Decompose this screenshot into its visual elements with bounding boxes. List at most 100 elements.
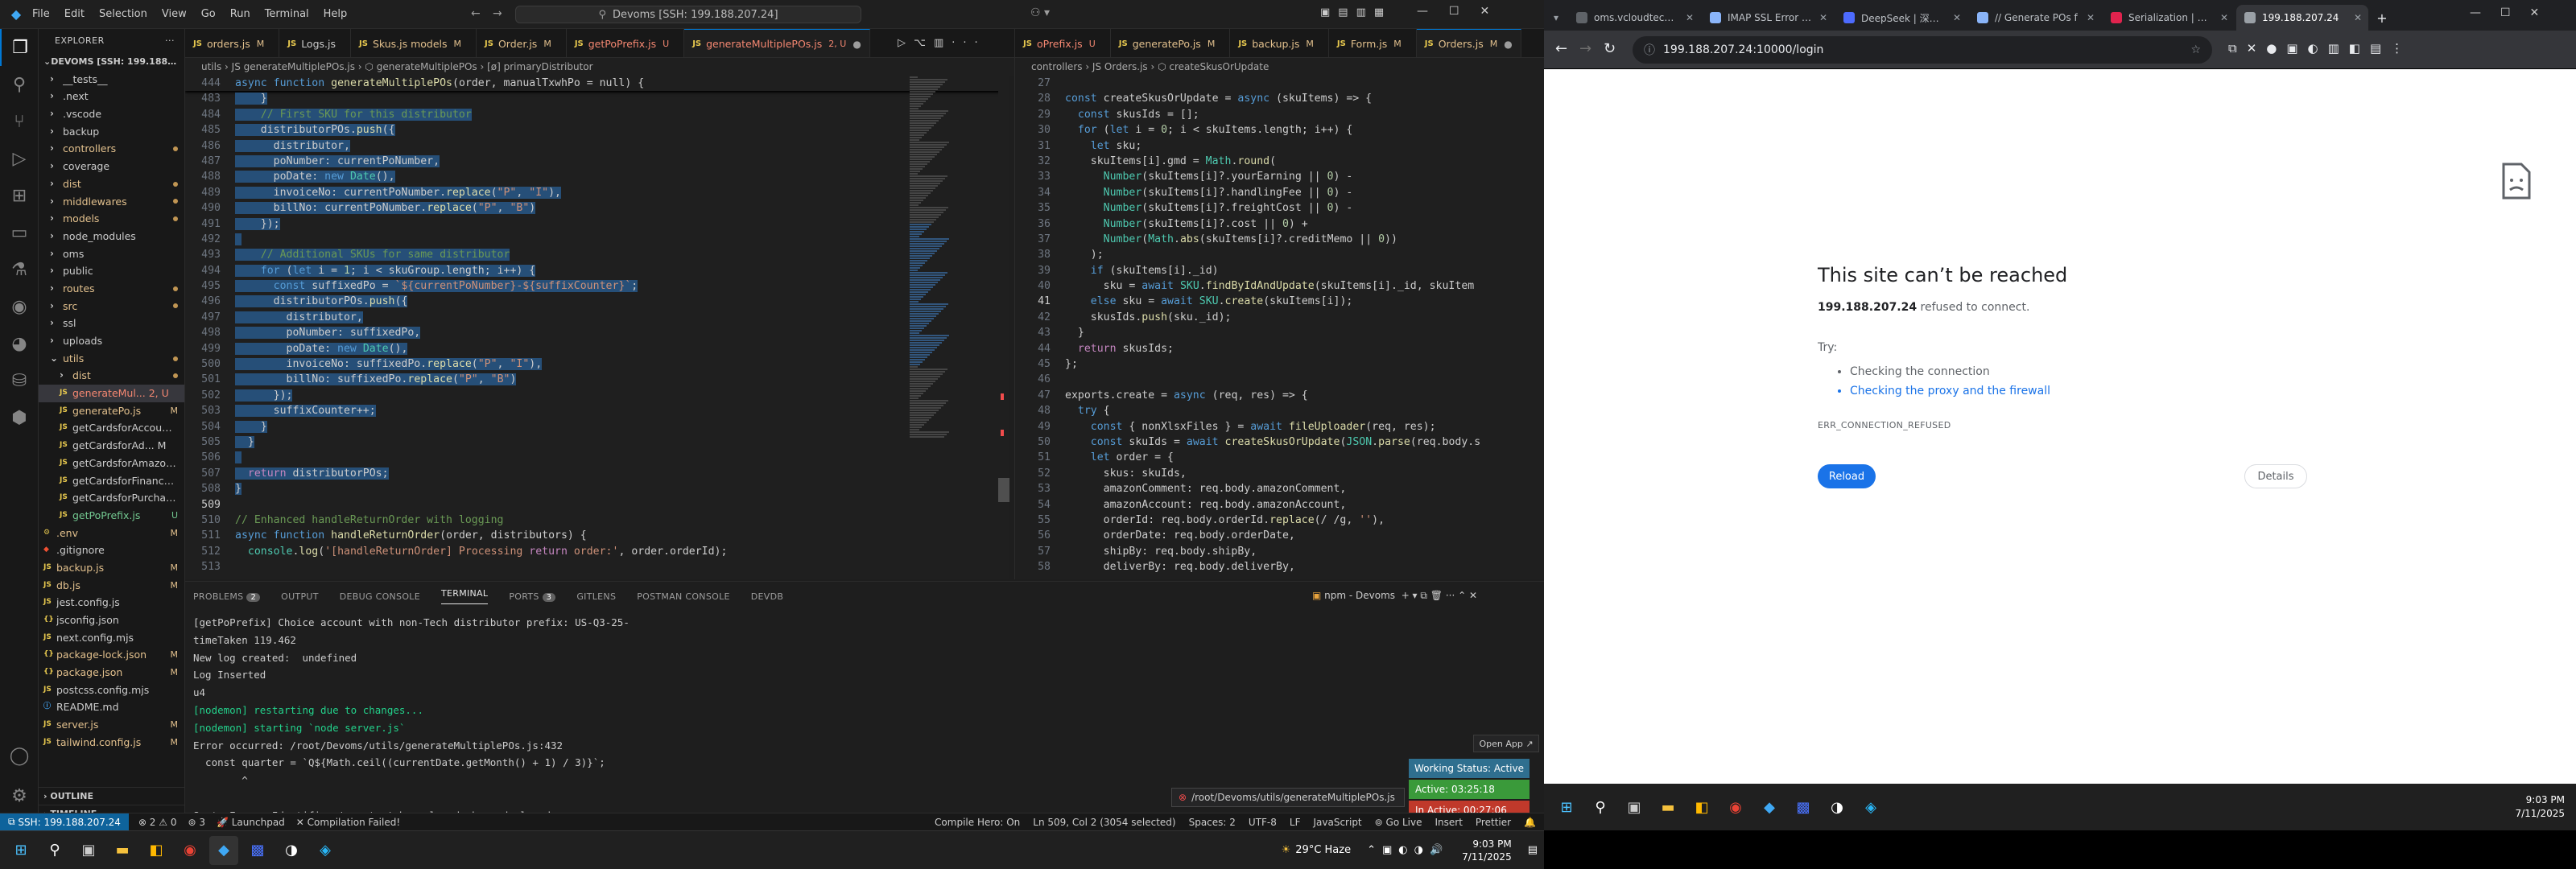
app-icon[interactable]: ◑	[277, 836, 306, 865]
code-line[interactable]: 509	[185, 497, 1006, 513]
compile-status[interactable]: ✕ Compilation Failed!	[296, 817, 400, 828]
code-line[interactable]: 50 const skuIds = await createSkusOrUpda…	[1015, 434, 1544, 450]
tab-close-icon[interactable]: ✕	[1953, 12, 1961, 23]
terminal-selector[interactable]: ▣ npm - Devoms + ▾ ⧉ 🗑 ··· ⌃ ✕	[1312, 590, 1477, 602]
code-line[interactable]: 41 else sku = await SKU.create(skuItems[…	[1015, 294, 1544, 309]
scrollbar-left[interactable]	[998, 76, 1009, 579]
explorer-item[interactable]: JS getCardsforAmazon.js	[39, 455, 184, 472]
copilot-icon[interactable]: ⚇ ▾	[1030, 6, 1050, 19]
code-line[interactable]: 29 const skusIds = [];	[1015, 107, 1544, 122]
code-line[interactable]: 496 distributorPOs.push({	[185, 294, 1006, 309]
editor-tab[interactable]: JS backup.js M	[1230, 29, 1329, 57]
editor-tab[interactable]: JS Skus.js models M	[351, 29, 477, 57]
task-view-icon-2[interactable]: ▣	[1620, 793, 1649, 822]
layout-icons[interactable]: ▣▤▥▦	[1320, 6, 1392, 19]
store-icon[interactable]: ◧	[142, 836, 171, 865]
vscode-icon-2[interactable]: ◆	[1755, 793, 1784, 822]
eol-setting[interactable]: LF	[1290, 817, 1301, 828]
nav-forward-icon[interactable]: →	[493, 7, 502, 20]
command-center[interactable]: ⚲ Devoms [SSH: 199.188.207.24]	[515, 6, 861, 23]
explorer-item[interactable]: › oms	[39, 245, 184, 263]
code-line[interactable]: 54 amazonAccount: req.body.amazonAccount…	[1015, 497, 1544, 513]
notifications-icon[interactable]: 🔔	[1524, 817, 1536, 828]
suggestion-proxy-firewall-link[interactable]: Checking the proxy and the firewall	[1850, 381, 2301, 401]
launchpad-indicator[interactable]: 🚀 Launchpad	[217, 817, 285, 828]
code-line[interactable]: 501 billNo: suffixedPo.replace("P", "B")	[185, 372, 1006, 387]
explorer-item[interactable]: › .vscode	[39, 105, 184, 123]
extensions-icon[interactable]: ⊞	[0, 177, 39, 214]
code-line[interactable]: 38 );	[1015, 247, 1544, 262]
window-controls[interactable]: —☐✕	[1417, 5, 1510, 18]
editor-actions-left[interactable]: ▷⌥▥···	[898, 37, 986, 49]
menu-item[interactable]: File	[32, 8, 50, 20]
editor-tab[interactable]: JS orders.js M	[185, 29, 280, 57]
notification-center-icon[interactable]: ▤	[1528, 844, 1538, 856]
code-line[interactable]: 39 if (skuItems[i]._id)	[1015, 263, 1544, 278]
explorer-item[interactable]: ⌄ utils	[39, 350, 184, 368]
system-tray-left[interactable]: ☀ 29°C Haze ⌃▣◐◑🔊 9:03 PM 7/11/2025 ▤	[1282, 838, 1544, 863]
chrome-window-controls[interactable]: —☐✕	[2470, 6, 2558, 19]
editor-tab[interactable]: JS getPoPrefix.js U	[566, 29, 685, 57]
bookmark-star-icon[interactable]: ☆	[2190, 43, 2201, 56]
reload-button[interactable]: Reload	[1818, 464, 1876, 488]
app2-icon[interactable]: ◈	[311, 836, 340, 865]
explorer-item[interactable]: › middlewares	[39, 193, 184, 211]
code-line[interactable]: 498 poNumber: suffixedPo,	[185, 325, 1006, 340]
vscode-taskbar-icon[interactable]: ◆	[209, 835, 238, 865]
code-line[interactable]: 56 orderDate: req.body.orderDate,	[1015, 528, 1544, 543]
panel-tab[interactable]: PORTS 3	[509, 591, 556, 602]
reload-icon[interactable]: ↻	[1604, 40, 1616, 57]
code-line[interactable]: 494 for (let i = 1; i < skuGroup.length;…	[185, 263, 1006, 278]
browser-tab[interactable]: // Generate POs f ✕	[1969, 5, 2101, 31]
code-line[interactable]: 505 }	[185, 434, 1006, 450]
explorer-item[interactable]: › uploads	[39, 332, 184, 350]
explorer-item[interactable]: › models	[39, 210, 184, 228]
tab-close-icon[interactable]: ✕	[2354, 12, 2362, 23]
remote-indicator[interactable]: ⧉ SSH: 199.188.207.24	[0, 813, 129, 831]
explorer-item[interactable]: {} jsconfig.json	[39, 612, 184, 629]
tab-close-icon[interactable]: ✕	[2087, 12, 2095, 23]
code-line[interactable]: 53 amazonComment: req.body.amazonComment…	[1015, 481, 1544, 496]
chrome-icon[interactable]: ◉	[175, 836, 204, 865]
code-line[interactable]: 31 let sku;	[1015, 138, 1544, 154]
site-info-icon[interactable]: ⓘ	[1644, 42, 1655, 58]
minimap-left[interactable]	[910, 76, 956, 579]
nav-back-icon[interactable]: ←	[471, 7, 481, 20]
code-line[interactable]: 27	[1015, 76, 1544, 91]
account-icon[interactable]: ◯	[0, 737, 39, 774]
explorer-item[interactable]: › node_modules	[39, 228, 184, 245]
menu-item[interactable]: Go	[201, 8, 216, 20]
gitlens-icon[interactable]: ◉	[0, 288, 39, 325]
code-line[interactable]: 499 poDate: new Date(),	[185, 341, 1006, 356]
language-mode[interactable]: JavaScript	[1313, 817, 1361, 828]
editor-tab[interactable]: JS generatePo.js M	[1110, 29, 1231, 57]
file-explorer-icon-2[interactable]: ▬	[1653, 793, 1682, 822]
address-bar[interactable]: ⓘ 199.188.207.24:10000/login ☆	[1633, 36, 2212, 64]
code-line[interactable]: 506	[185, 450, 1006, 465]
browser-tab[interactable]: 199.188.207.24 ✕	[2236, 5, 2368, 31]
teams-icon[interactable]: ▩	[243, 836, 272, 865]
code-line[interactable]: 30 for (let i = 0; i < skuItems.length; …	[1015, 122, 1544, 138]
code-line[interactable]: 37 Number(Math.abs(skuItems[i]?.creditMe…	[1015, 232, 1544, 247]
panel-tab[interactable]: POSTMAN CONSOLE	[637, 591, 730, 602]
code-line[interactable]: 492	[185, 232, 1006, 247]
menu-item[interactable]: Selection	[99, 8, 147, 20]
code-line[interactable]: 486 distributor,	[185, 138, 1006, 154]
store-icon-2[interactable]: ◧	[1687, 793, 1716, 822]
encoding-setting[interactable]: UTF-8	[1249, 817, 1277, 828]
code-line[interactable]: 487 poNumber: currentPoNumber,	[185, 154, 1006, 169]
ports-indicator[interactable]: ⊚ 3	[188, 817, 205, 828]
explorer-item[interactable]: JS server.js M	[39, 716, 184, 734]
code-line[interactable]: 34 Number(skuItems[i]?.handlingFee || 0)…	[1015, 185, 1544, 200]
code-line[interactable]: 36 Number(skuItems[i]?.cost || 0) +	[1015, 216, 1544, 232]
menu-item[interactable]: Run	[230, 8, 250, 20]
code-line[interactable]: 484 // First SKU for this distributor	[185, 107, 1006, 122]
explorer-item[interactable]: › controllers	[39, 140, 184, 158]
tab-close-icon[interactable]: ✕	[2220, 12, 2228, 23]
extension-icons[interactable]: ⧉✕●▣◐▥◧▤⋮	[2228, 41, 2413, 56]
remote-explorer-icon[interactable]: ▭	[0, 214, 39, 251]
editor-tab[interactable]: JS Orders.js M ●	[1416, 29, 1521, 57]
editor-tab[interactable]: JS Form.js M	[1328, 29, 1417, 57]
explorer-item[interactable]: › .next	[39, 88, 184, 105]
code-line[interactable]: 500 invoiceNo: suffixedPo.replace("P", "…	[185, 356, 1006, 372]
